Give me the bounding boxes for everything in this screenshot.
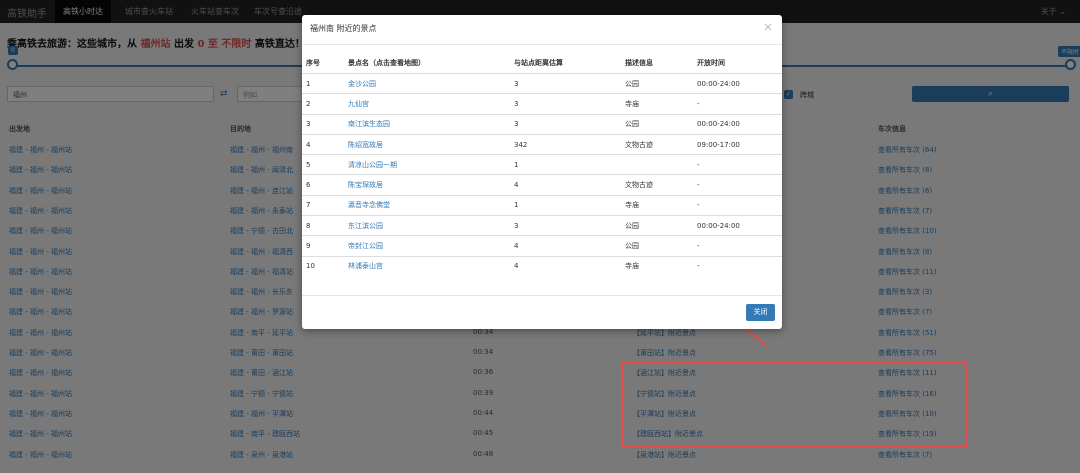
spot-row: 4 陈绍宽故居 342 文物古迹 09:00-17:00 — [302, 133, 782, 155]
spot-name-link[interactable]: 帝封江公园 — [344, 235, 510, 257]
spots-table: 序号 景点名（点击查看地图） 与站点距离估算 描述信息 开放时间 1 金沙公园 3 公… — [302, 53, 782, 276]
red-highlight-box — [622, 362, 967, 448]
spot-row: 8 东江滨公园 3 公园 00:00-24:00 — [302, 215, 782, 236]
spots-modal: 福州南 附近的景点 × 序号 景点名（点击查看地图） 与站点距离估算 描述信息 … — [302, 15, 782, 329]
spots-table-header: 序号 景点名（点击查看地图） 与站点距离估算 描述信息 开放时间 — [302, 53, 782, 74]
spots-table-body: 1 金沙公园 3 公园 00:00-24:00 2 九仙宫 3 寺庙 -3 南江滨生态园 3 公园 00:… — [302, 72, 782, 276]
spot-distance: 1 — [510, 194, 621, 216]
spot-distance: 3 — [510, 72, 621, 94]
spot-distance: 3 — [510, 215, 621, 236]
spot-desc: 公园 — [621, 235, 693, 257]
spots-col-desc: 描述信息 — [621, 53, 693, 74]
spot-hours: - — [693, 194, 782, 216]
spot-desc: 文物古迹 — [621, 174, 693, 196]
spot-desc: 公园 — [621, 215, 693, 236]
modal-footer-divider — [302, 295, 782, 296]
spot-name-link[interactable]: 林浦泰山宫 — [344, 255, 510, 276]
close-icon[interactable]: × — [763, 20, 773, 34]
spots-col-distance: 与站点距离估算 — [510, 53, 621, 74]
spot-distance: 1 — [510, 154, 621, 175]
spot-name-link[interactable]: 瀛音寺念佛堂 — [344, 194, 510, 216]
spot-name-link[interactable]: 金沙公园 — [344, 72, 510, 94]
spot-desc — [621, 154, 693, 175]
spots-col-name: 景点名（点击查看地图） — [344, 53, 510, 74]
spot-hours: 00:00-24:00 — [693, 215, 782, 236]
spot-row: 9 帝封江公园 4 公园 - — [302, 235, 782, 257]
spot-distance: 4 — [510, 235, 621, 257]
spot-desc: 寺庙 — [621, 93, 693, 115]
spot-hours: - — [693, 255, 782, 276]
spot-distance: 3 — [510, 113, 621, 135]
spot-hours: 00:00-24:00 — [693, 72, 782, 94]
spot-hours: - — [693, 93, 782, 115]
spot-hours: - — [693, 154, 782, 175]
spots-col-no: 序号 — [302, 53, 344, 74]
spot-desc: 公园 — [621, 113, 693, 135]
spot-row: 6 陈宝琛故居 4 文物古迹 - — [302, 174, 782, 196]
spot-distance: 4 — [510, 255, 621, 276]
spot-distance: 342 — [510, 133, 621, 155]
modal-title: 福州南 附近的景点 — [310, 24, 377, 33]
spot-distance: 3 — [510, 93, 621, 115]
spot-no: 10 — [302, 255, 344, 276]
spot-hours: 00:00-24:00 — [693, 113, 782, 135]
spot-desc: 寺庙 — [621, 194, 693, 216]
spot-no: 7 — [302, 194, 344, 216]
spot-row: 3 南江滨生态园 3 公园 00:00-24:00 — [302, 113, 782, 135]
spot-desc: 文物古迹 — [621, 133, 693, 155]
spot-row: 10 林浦泰山宫 4 寺庙 - — [302, 255, 782, 276]
spot-name-link[interactable]: 陈宝琛故居 — [344, 174, 510, 196]
spot-distance: 4 — [510, 174, 621, 196]
spot-row: 7 瀛音寺念佛堂 1 寺庙 - — [302, 194, 782, 216]
spot-no: 3 — [302, 113, 344, 135]
spot-hours: - — [693, 174, 782, 196]
modal-header-divider — [302, 44, 782, 45]
spot-no: 4 — [302, 133, 344, 155]
spot-no: 1 — [302, 72, 344, 94]
spots-col-hours: 开放时间 — [693, 53, 782, 74]
spot-name-link[interactable]: 清凉山公园一期 — [344, 154, 510, 175]
spot-hours: - — [693, 235, 782, 257]
spot-no: 2 — [302, 93, 344, 115]
spot-row: 2 九仙宫 3 寺庙 - — [302, 93, 782, 115]
spot-no: 5 — [302, 154, 344, 175]
spot-desc: 寺庙 — [621, 255, 693, 276]
spot-no: 9 — [302, 235, 344, 257]
spot-name-link[interactable]: 南江滨生态园 — [344, 113, 510, 135]
spot-name-link[interactable]: 九仙宫 — [344, 93, 510, 115]
close-button[interactable]: 关闭 — [746, 304, 775, 321]
spot-name-link[interactable]: 东江滨公园 — [344, 215, 510, 236]
spot-name-link[interactable]: 陈绍宽故居 — [344, 133, 510, 155]
spot-hours: 09:00-17:00 — [693, 133, 782, 155]
spot-row: 1 金沙公园 3 公园 00:00-24:00 — [302, 72, 782, 94]
spot-row: 5 清凉山公园一期 1 - — [302, 154, 782, 175]
spot-desc: 公园 — [621, 72, 693, 94]
spot-no: 6 — [302, 174, 344, 196]
spot-no: 8 — [302, 215, 344, 236]
